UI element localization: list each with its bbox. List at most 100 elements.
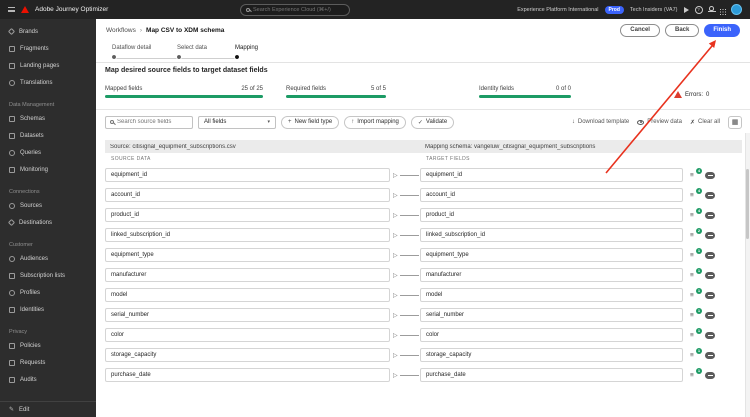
new-field-type-button[interactable]: + New field type: [281, 115, 340, 129]
target-field[interactable]: equipment_type: [420, 248, 683, 262]
target-field[interactable]: model: [420, 288, 683, 302]
target-field[interactable]: manufacturer: [420, 268, 683, 282]
schema-field-icon[interactable]: ≡ 1: [690, 267, 702, 279]
sidebar-item-identities[interactable]: Identities: [0, 301, 96, 318]
schema-field-icon[interactable]: ≡ 1: [690, 247, 702, 259]
schema-field-icon[interactable]: ≡ 4: [690, 207, 702, 219]
target-field[interactable]: storage_capacity: [420, 348, 683, 362]
source-field[interactable]: equipment_type: [105, 248, 390, 262]
target-field[interactable]: equipment_id: [420, 168, 683, 182]
calculated-field-icon[interactable]: ▷: [393, 352, 398, 359]
finish-button[interactable]: Finish: [704, 23, 740, 37]
target-field[interactable]: linked_subscription_id: [420, 228, 683, 242]
remove-mapping-button[interactable]: [705, 311, 715, 319]
avatar[interactable]: [731, 4, 742, 15]
menu-icon[interactable]: [8, 7, 15, 12]
schema-field-icon[interactable]: ≡ 4: [690, 187, 702, 199]
source-field[interactable]: product_id: [105, 208, 390, 222]
back-button[interactable]: Back: [664, 23, 700, 37]
remove-mapping-button[interactable]: [705, 251, 715, 259]
calculated-field-icon[interactable]: ▷: [393, 172, 398, 179]
vertical-scrollbar[interactable]: [745, 133, 750, 417]
schema-field-icon[interactable]: ≡ 4: [690, 167, 702, 179]
preview-data-button[interactable]: Preview data: [637, 119, 682, 125]
source-field[interactable]: color: [105, 328, 390, 342]
source-field[interactable]: manufacturer: [105, 268, 390, 282]
target-field[interactable]: color: [420, 328, 683, 342]
source-field[interactable]: account_id: [105, 188, 390, 202]
remove-mapping-button[interactable]: [705, 351, 715, 359]
help-icon[interactable]: ?: [694, 5, 703, 14]
announcements-icon[interactable]: [683, 6, 689, 13]
calculated-field-icon[interactable]: ▷: [393, 192, 398, 199]
fields-filter-select[interactable]: All fields ▾: [198, 115, 276, 129]
workspace-picker[interactable]: Tech Insiders (VA7): [630, 7, 678, 13]
source-field[interactable]: linked_subscription_id: [105, 228, 390, 242]
source-fields-search-input[interactable]: [117, 119, 188, 125]
sidebar-item-translations[interactable]: Translations: [0, 74, 96, 91]
sidebar-item-monitoring[interactable]: Monitoring: [0, 161, 96, 178]
source-field[interactable]: equipment_id: [105, 168, 390, 182]
calculated-field-icon[interactable]: ▷: [393, 272, 398, 279]
mapping-settings-button[interactable]: ▦: [728, 115, 742, 129]
sidebar-item-subscription-lists[interactable]: Subscription lists: [0, 267, 96, 284]
sidebar-item-schemas[interactable]: Schemas: [0, 110, 96, 127]
target-field[interactable]: product_id: [420, 208, 683, 222]
sidebar-item-fragments[interactable]: Fragments: [0, 40, 96, 57]
sidebar-item-audits[interactable]: Audits: [0, 371, 96, 388]
sidebar-item-audiences[interactable]: Audiences: [0, 250, 96, 267]
calculated-field-icon[interactable]: ▷: [393, 212, 398, 219]
source-field[interactable]: purchase_date: [105, 368, 390, 382]
remove-mapping-button[interactable]: [705, 331, 715, 339]
scrollbar-thumb[interactable]: [746, 169, 749, 239]
schema-field-icon[interactable]: ≡ 1: [690, 307, 702, 319]
remove-mapping-button[interactable]: [705, 231, 715, 239]
sidebar-item-brands[interactable]: Brands: [0, 23, 96, 40]
step-select-data[interactable]: Select data: [176, 45, 207, 60]
remove-mapping-button[interactable]: [705, 291, 715, 299]
calculated-field-icon[interactable]: ▷: [393, 292, 398, 299]
sidebar-item-policies[interactable]: Policies: [0, 337, 96, 354]
sidebar-item-requests[interactable]: Requests: [0, 354, 96, 371]
sidebar-item-profiles[interactable]: Profiles: [0, 284, 96, 301]
schema-field-icon[interactable]: ≡ 2: [690, 227, 702, 239]
notifications-bell-icon[interactable]: [707, 6, 716, 12]
remove-mapping-button[interactable]: [705, 171, 715, 179]
step-dataflow-detail[interactable]: Dataflow detail: [111, 45, 151, 60]
calculated-field-icon[interactable]: ▷: [393, 232, 398, 239]
search-input[interactable]: [253, 6, 344, 13]
remove-mapping-button[interactable]: [705, 271, 715, 279]
sidebar-item-destinations[interactable]: Destinations: [0, 214, 96, 231]
source-field[interactable]: storage_capacity: [105, 348, 390, 362]
cancel-button[interactable]: Cancel: [620, 23, 660, 37]
sidebar-edit-button[interactable]: ✎ Edit: [0, 401, 96, 417]
calculated-field-icon[interactable]: ▷: [393, 332, 398, 339]
sidebar-item-queries[interactable]: Queries: [0, 144, 96, 161]
schema-field-icon[interactable]: ≡ 1: [690, 287, 702, 299]
target-field[interactable]: purchase_date: [420, 368, 683, 382]
remove-mapping-button[interactable]: [705, 371, 715, 379]
remove-mapping-button[interactable]: [705, 211, 715, 219]
apps-grid-icon[interactable]: [719, 8, 721, 11]
remove-mapping-button[interactable]: [705, 191, 715, 199]
target-field[interactable]: account_id: [420, 188, 683, 202]
sidebar-item-landing-pages[interactable]: Landing pages: [0, 57, 96, 74]
sidebar-item-sources[interactable]: Sources: [0, 197, 96, 214]
step-mapping[interactable]: Mapping: [234, 45, 258, 60]
clear-all-button[interactable]: ✗ Clear all: [690, 119, 720, 126]
source-fields-search[interactable]: [105, 115, 193, 129]
import-mapping-button[interactable]: ↑ Import mapping: [344, 115, 406, 129]
calculated-field-icon[interactable]: ▷: [393, 312, 398, 319]
validate-button[interactable]: ✓ Validate: [410, 115, 455, 129]
calculated-field-icon[interactable]: ▷: [393, 252, 398, 259]
breadcrumb-workflows-link[interactable]: Workflows: [106, 27, 136, 34]
schema-field-icon[interactable]: ≡ 1: [690, 367, 702, 379]
target-field[interactable]: serial_number: [420, 308, 683, 322]
experience-cloud-search[interactable]: [240, 3, 350, 16]
source-field[interactable]: serial_number: [105, 308, 390, 322]
download-template-button[interactable]: ↓ Download template: [572, 119, 629, 125]
schema-field-icon[interactable]: ≡ 1: [690, 327, 702, 339]
schema-field-icon[interactable]: ≡ 1: [690, 347, 702, 359]
calculated-field-icon[interactable]: ▷: [393, 372, 398, 379]
sidebar-item-datasets[interactable]: Datasets: [0, 127, 96, 144]
